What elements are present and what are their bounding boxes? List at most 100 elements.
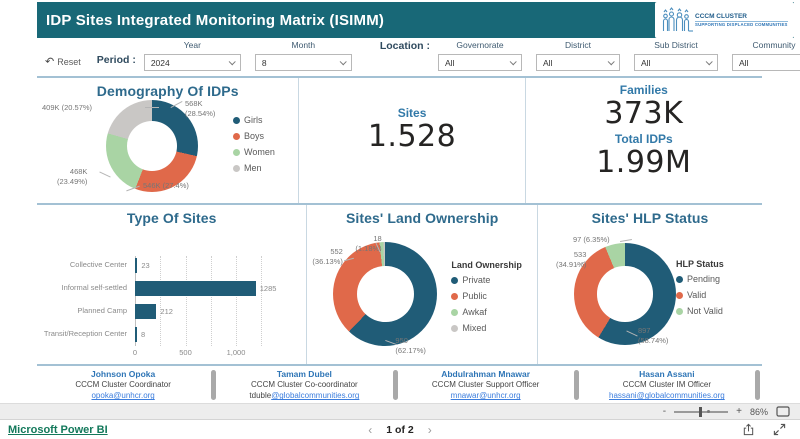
governorate-filter-group: Governorate All: [438, 40, 522, 71]
governorate-dropdown[interactable]: All: [438, 54, 522, 71]
subdistrict-label: Sub District: [634, 40, 718, 50]
email-link[interactable]: mnawar@unhcr.org: [451, 391, 521, 400]
email-link[interactable]: hassani@globalcommunities.org: [609, 391, 725, 400]
callout-women: 468K (23.49%): [57, 167, 87, 187]
x-tick: 0: [133, 348, 137, 357]
subdistrict-filter-group: Sub District All: [634, 40, 718, 71]
month-filter-group: Month 8: [255, 40, 352, 71]
chevron-down-icon: [510, 58, 517, 65]
legend-item-mixed[interactable]: Mixed: [451, 323, 522, 333]
email-link[interactable]: opoka@unhcr.org: [91, 391, 154, 400]
families-kpi-panel: Families 373K Total IDPs 1.99M: [526, 78, 762, 203]
subdistrict-dropdown[interactable]: All: [634, 54, 718, 71]
report-title-bar: IDP Sites Integrated Monitoring Matrix (…: [37, 2, 794, 38]
report-title: IDP Sites Integrated Monitoring Matrix (…: [37, 12, 384, 29]
contact-name: Hasan Assani: [581, 369, 753, 380]
email-prefix: tduble: [249, 391, 271, 400]
bar-transit-reception-center[interactable]: [135, 327, 137, 342]
contact-card: Johnson Opoka CCCM Cluster Coordinator o…: [37, 367, 209, 402]
girls-dot-icon: [233, 117, 240, 124]
logo-title: CCCM CLUSTER: [695, 13, 788, 20]
boys-dot-icon: [233, 133, 240, 140]
callout-not-valid: 97 (6.35%): [573, 235, 610, 245]
total-idps-value: 1.99M: [596, 146, 691, 181]
undo-icon: ↶: [45, 55, 54, 68]
type-of-sites-panel: Type Of Sites Collective Center 23 Infor…: [37, 205, 307, 364]
bar-planned-camp[interactable]: [135, 304, 156, 319]
zoom-in-button[interactable]: +: [736, 407, 742, 417]
contact-role: CCCM Cluster Co-coordinator: [218, 380, 390, 391]
mixed-dot-icon: [451, 325, 458, 332]
community-dropdown[interactable]: All: [732, 54, 800, 71]
private-dot-icon: [451, 277, 458, 284]
contact-name: Johnson Opoka: [37, 369, 209, 380]
month-value: 8: [262, 58, 267, 68]
callout-valid: 533 (34.91%): [556, 250, 586, 270]
demography-title: Demography Of IDPs: [37, 83, 298, 99]
legend-item-valid[interactable]: Valid: [676, 290, 724, 300]
reset-label: Reset: [57, 57, 81, 67]
contact-separator: [755, 370, 760, 400]
total-idps-label: Total IDPs: [615, 132, 673, 146]
next-page-button[interactable]: ›: [428, 424, 432, 436]
callout-girls: 568K (28.54%): [185, 99, 215, 119]
governorate-value: All: [445, 58, 454, 68]
fit-to-page-icon[interactable]: [776, 406, 790, 417]
land-ownership-legend: Land Ownership Private Public Awkaf Mixe…: [451, 260, 522, 339]
hlp-status-title: Sites' HLP Status: [538, 210, 762, 226]
demography-panel: Demography Of IDPs 409K (20.57%) 568K (2…: [37, 78, 299, 203]
fullscreen-icon[interactable]: [773, 423, 786, 436]
zoom-out-button[interactable]: -: [663, 407, 666, 417]
legend-item-girls[interactable]: Girls: [233, 115, 275, 125]
contact-card: Tamam Dubel CCCM Cluster Co-coordinator …: [218, 367, 390, 402]
land-ownership-panel: Sites' Land Ownership 18 (1.18%) 552 (36…: [307, 205, 538, 364]
zoom-slider-thumb[interactable]: [699, 407, 702, 417]
month-label: Month: [255, 40, 352, 50]
charts-row: Type Of Sites Collective Center 23 Infor…: [37, 203, 762, 366]
legend-item-awkaf[interactable]: Awkaf: [451, 307, 522, 317]
year-label: Year: [144, 40, 241, 50]
bar-collective-center[interactable]: [135, 258, 137, 273]
month-dropdown[interactable]: 8: [255, 54, 352, 71]
awkaf-dot-icon: [451, 309, 458, 316]
callout-private: 950 (62.17%): [395, 336, 425, 356]
legend-item-women[interactable]: Women: [233, 147, 275, 157]
chevron-down-icon: [228, 58, 235, 65]
legend-item-public[interactable]: Public: [451, 291, 522, 301]
callout-line: [620, 239, 632, 242]
powerbi-bottom-bar: Microsoft Power BI ‹ 1 of 2 ›: [0, 420, 800, 439]
contact-role: CCCM Cluster IM Officer: [581, 380, 753, 391]
location-label: Location :: [380, 40, 430, 66]
previous-page-button[interactable]: ‹: [368, 424, 372, 436]
type-of-sites-title: Type Of Sites: [37, 210, 306, 226]
cccm-cluster-logo: CCCM CLUSTER SUPPORTING DISPLACED COMMUN…: [655, 2, 794, 38]
district-value: All: [543, 58, 552, 68]
contact-separator: [393, 370, 398, 400]
zoom-slider[interactable]: [674, 411, 728, 413]
bar-value: 8: [141, 330, 145, 339]
community-label: Community: [732, 40, 800, 50]
microsoft-powerbi-link[interactable]: Microsoft Power BI: [8, 424, 108, 436]
families-value: 373K: [604, 97, 683, 132]
bar-informal-self-settled[interactable]: [135, 281, 256, 296]
year-dropdown[interactable]: 2024: [144, 54, 241, 71]
contacts-footer: Johnson Opoka CCCM Cluster Coordinator o…: [37, 366, 762, 403]
page-indicator: 1 of 2: [386, 424, 413, 436]
land-ownership-donut-chart[interactable]: [333, 242, 437, 346]
legend-item-boys[interactable]: Boys: [233, 131, 275, 141]
district-dropdown[interactable]: All: [536, 54, 620, 71]
families-label: Families: [620, 83, 668, 97]
sites-label: Sites: [398, 106, 427, 120]
legend-item-men[interactable]: Men: [233, 163, 275, 173]
legend-item-pending[interactable]: Pending: [676, 274, 724, 284]
bar-row: Planned Camp 212: [37, 300, 276, 323]
type-of-sites-bar-chart: Collective Center 23 Informal self-settl…: [37, 254, 306, 346]
hlp-status-legend: HLP Status Pending Valid Not Valid: [676, 259, 724, 322]
email-link[interactable]: @globalcommunities.org: [271, 391, 359, 400]
bar-category: Collective Center: [37, 261, 135, 269]
share-icon[interactable]: [742, 423, 755, 436]
legend-item-not-valid[interactable]: Not Valid: [676, 306, 724, 316]
legend-item-private[interactable]: Private: [451, 275, 522, 285]
reset-button[interactable]: ↶ Reset: [45, 55, 81, 68]
bar-category: Informal self-settled: [37, 284, 135, 292]
